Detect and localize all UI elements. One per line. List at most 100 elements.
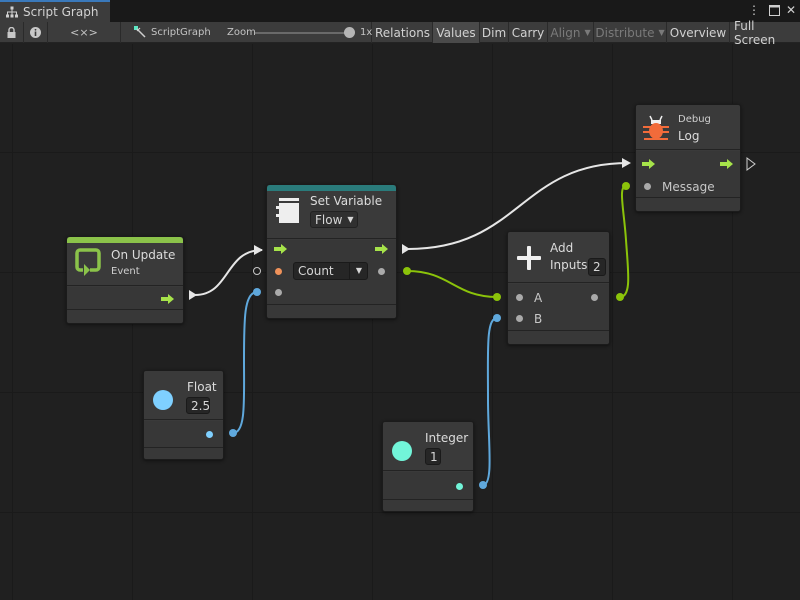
bug-icon: [643, 115, 669, 140]
message-input-port[interactable]: [644, 183, 651, 190]
dim-button[interactable]: Dim: [480, 22, 509, 43]
variable-icon: [276, 198, 299, 223]
node-body: Count ▼: [267, 240, 396, 305]
variable-kind-dropdown[interactable]: Flow ▼: [310, 211, 358, 228]
flow-input-port[interactable]: [274, 244, 288, 254]
node-body: A B: [508, 284, 609, 331]
node-set-variable[interactable]: Set Variable Flow ▼ Count ▼: [266, 184, 397, 319]
node-footer: [267, 304, 396, 318]
node-header: On Update Event: [67, 243, 183, 286]
zoom-slider-handle[interactable]: [344, 27, 355, 38]
flow-output-port[interactable]: [720, 159, 734, 169]
tab-script-graph[interactable]: Script Graph: [0, 0, 110, 22]
node-debug-log[interactable]: Debug Log Message: [635, 104, 741, 212]
graph-name[interactable]: ScriptGraph: [151, 27, 211, 38]
node-subtitle: Event: [111, 266, 140, 277]
node-add[interactable]: Add Inputs 2 A B: [507, 231, 610, 345]
node-category: Debug: [678, 114, 711, 125]
plus-icon: [517, 246, 541, 270]
inputs-count-value: 2: [593, 260, 601, 274]
node-header: Debug Log: [636, 105, 740, 150]
float-value: 2.5: [191, 398, 211, 413]
port-label-a: A: [534, 291, 543, 305]
float-type-icon: [153, 390, 173, 410]
lock-icon: [7, 27, 16, 38]
input-port-b[interactable]: [516, 315, 523, 322]
align-dropdown[interactable]: Align ▼: [548, 22, 594, 43]
node-body: [67, 287, 183, 311]
chevron-down-icon: ▼: [658, 28, 665, 37]
overview-button[interactable]: Overview: [667, 22, 730, 43]
chevron-down-icon: ▼: [584, 28, 591, 37]
graph-toolbar: <×> ScriptGraph Zoom 1x Relations Values…: [0, 19, 800, 47]
node-title: Set Variable: [310, 194, 383, 208]
node-footer: [67, 309, 183, 323]
port-label-b: B: [534, 312, 543, 326]
variable-kind-value: Flow: [315, 212, 343, 227]
integer-value-field[interactable]: 1: [425, 448, 441, 465]
integer-output-port[interactable]: [456, 483, 463, 490]
variable-name-dropdown[interactable]: Count ▼: [293, 262, 368, 280]
hierarchy-icon: [6, 6, 18, 18]
variable-name-value: Count: [298, 264, 334, 278]
node-title: On Update: [111, 248, 176, 262]
variables-button[interactable]: <×>: [48, 22, 121, 43]
node-float-literal[interactable]: Float 2.5: [143, 370, 224, 460]
full-screen-button[interactable]: Full Screen: [730, 19, 800, 47]
zoom-value: 1x: [360, 27, 373, 38]
flow-output-port[interactable]: [161, 294, 175, 304]
zoom-label: Zoom: [227, 27, 256, 38]
node-header: Integer 1: [383, 422, 473, 471]
node-body: [383, 472, 473, 500]
integer-type-icon: [392, 441, 412, 461]
flow-input-port[interactable]: [642, 159, 656, 169]
node-footer: [636, 197, 740, 211]
tab-title: Script Graph: [23, 5, 99, 19]
node-header: Float 2.5: [144, 371, 223, 420]
node-header: Add Inputs 2: [508, 232, 609, 283]
loop-event-icon: [75, 248, 101, 276]
node-title: Integer: [425, 431, 469, 445]
value-output-port[interactable]: [378, 268, 385, 275]
variable-name-port[interactable]: [275, 268, 282, 275]
chevron-down-icon: ▼: [355, 266, 362, 275]
sum-output-port[interactable]: [591, 294, 598, 301]
node-body: Message: [636, 151, 740, 198]
variables-icon: <×>: [70, 26, 98, 39]
port-label-message: Message: [662, 180, 715, 194]
float-value-field[interactable]: 2.5: [186, 397, 210, 414]
info-button[interactable]: [24, 22, 48, 43]
flow-output-port[interactable]: [375, 244, 389, 254]
node-footer: [383, 499, 473, 511]
node-header: Set Variable Flow ▼: [267, 191, 396, 239]
script-graph-icon: [134, 26, 146, 38]
align-label: Align: [550, 25, 581, 40]
node-on-update[interactable]: On Update Event: [66, 236, 184, 324]
node-integer-literal[interactable]: Integer 1: [382, 421, 474, 512]
relations-button[interactable]: Relations: [373, 22, 433, 43]
script-graph-window: Script Graph ⋮ ✕ <×> ScriptGraph Zoom 1x: [0, 0, 800, 600]
inputs-count-field[interactable]: 2: [588, 258, 606, 276]
carry-button[interactable]: Carry: [509, 22, 548, 43]
integer-value: 1: [430, 449, 438, 464]
inputs-label: Inputs: [550, 258, 588, 272]
chevron-down-icon: ▼: [347, 215, 354, 224]
node-title: Float: [187, 380, 217, 394]
distribute-dropdown[interactable]: Distribute ▼: [594, 22, 667, 43]
node-footer: [508, 330, 609, 344]
maximize-icon[interactable]: [766, 2, 782, 18]
window-tab-bar: Script Graph ⋮ ✕: [0, 0, 800, 22]
node-title: Log: [678, 129, 700, 143]
close-icon[interactable]: ✕: [783, 2, 799, 18]
node-title: Add: [550, 241, 574, 255]
node-body: [144, 421, 223, 448]
values-button[interactable]: Values: [433, 22, 480, 43]
lock-button[interactable]: [0, 22, 24, 43]
zoom-slider-track[interactable]: [255, 32, 350, 34]
value-input-port[interactable]: [275, 289, 282, 296]
info-icon: [30, 27, 41, 38]
more-menu-icon[interactable]: ⋮: [746, 2, 762, 18]
input-port-a[interactable]: [516, 294, 523, 301]
node-footer: [144, 447, 223, 459]
float-output-port[interactable]: [206, 431, 213, 438]
